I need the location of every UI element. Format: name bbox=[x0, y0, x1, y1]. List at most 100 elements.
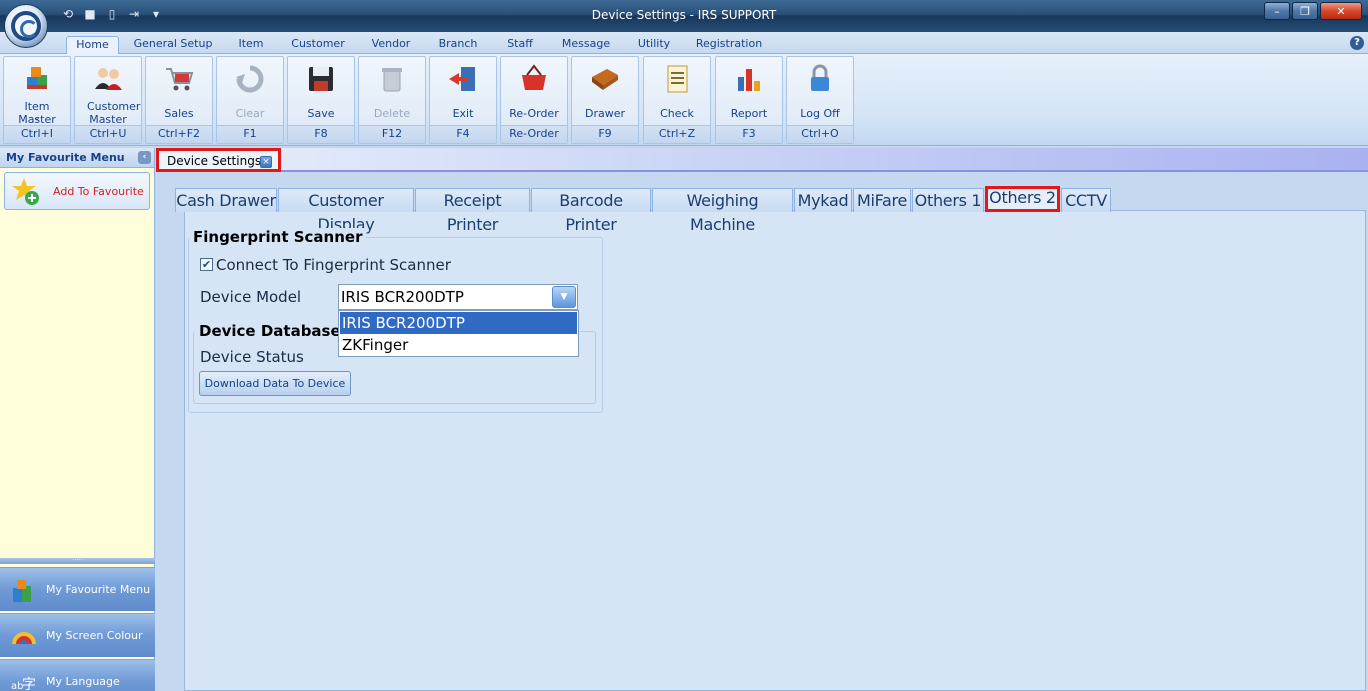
nav-label: My Screen Colour bbox=[46, 629, 143, 642]
window-controls: – ❐ ✕ bbox=[1264, 2, 1362, 20]
chevron-down-icon[interactable]: ▼ bbox=[552, 286, 576, 308]
reorder-button[interactable]: Re-Order Re-Order bbox=[500, 56, 568, 144]
tab-receipt-printer[interactable]: Receipt Printer bbox=[415, 188, 530, 234]
check-shortcut: Ctrl+Z bbox=[644, 125, 710, 143]
exit-label: Exit bbox=[452, 107, 474, 120]
tab-cash-drawer[interactable]: Cash Drawer bbox=[175, 188, 277, 212]
padlock-icon bbox=[811, 64, 829, 91]
sales-shortcut: Ctrl+F2 bbox=[146, 125, 212, 143]
application-button[interactable] bbox=[4, 4, 48, 48]
tab-mykad[interactable]: Mykad bbox=[794, 188, 852, 212]
chevron-down-icon: ⌄ bbox=[33, 113, 41, 123]
palette-icon bbox=[12, 632, 36, 644]
download-data-button[interactable]: Download Data To Device bbox=[199, 371, 351, 396]
ribbon-tab-vendor[interactable]: Vendor bbox=[364, 36, 418, 54]
sales-button[interactable]: Sales Ctrl+F2 bbox=[145, 56, 213, 144]
save-shortcut: F8 bbox=[288, 125, 354, 143]
exit-shortcut: F4 bbox=[430, 125, 496, 143]
log-off-label: Log Off bbox=[800, 107, 840, 120]
delete-shortcut: F12 bbox=[359, 125, 425, 143]
fingerprint-scanner-title: Fingerprint Scanner bbox=[189, 228, 367, 246]
ribbon-home: Item Master ⌄ Ctrl+I Customer Master Ctr… bbox=[0, 54, 1368, 146]
close-icon[interactable]: ✕ bbox=[1320, 2, 1362, 20]
drawer-button[interactable]: Drawer F9 bbox=[571, 56, 639, 144]
device-model-label: Device Model bbox=[200, 288, 302, 306]
document-tab-strip: Device Settings × bbox=[156, 148, 1368, 172]
nav-label: My Favourite Menu bbox=[46, 583, 151, 596]
ribbon-tab-bar: Home General Setup Item Customer Vendor … bbox=[0, 32, 1368, 54]
item-master-button[interactable]: Item Master ⌄ Ctrl+I bbox=[3, 56, 71, 144]
log-off-button[interactable]: Log Off Ctrl+O bbox=[786, 56, 854, 144]
favourite-sidebar: My Favourite Menu ‹ Add To Favourite ···… bbox=[0, 148, 155, 691]
tab-mifare[interactable]: MiFare bbox=[853, 188, 911, 212]
connect-fingerprint-label[interactable]: Connect To Fingerprint Scanner bbox=[216, 256, 451, 274]
device-model-option[interactable]: ZKFinger bbox=[340, 334, 577, 356]
exit-door-icon bbox=[449, 67, 475, 91]
nav-my-language[interactable]: ab 字 My Language bbox=[0, 659, 155, 691]
reorder-label: Re-Order bbox=[509, 107, 559, 120]
tab-barcode-printer[interactable]: Barcode Printer bbox=[531, 188, 651, 234]
check-button[interactable]: Check Ctrl+Z bbox=[643, 56, 711, 144]
sales-label: Sales bbox=[164, 107, 194, 120]
svg-text:字: 字 bbox=[22, 677, 36, 691]
drawer-label: Drawer bbox=[584, 107, 626, 120]
clear-shortcut: F1 bbox=[217, 125, 283, 143]
customer-master-button[interactable]: Customer Master Ctrl+U bbox=[74, 56, 142, 144]
device-model-option[interactable]: IRIS BCR200DTP bbox=[340, 312, 577, 334]
document-tab-label: Device Settings bbox=[167, 154, 262, 168]
log-off-shortcut: Ctrl+O bbox=[787, 125, 853, 143]
collapse-sidebar-icon[interactable]: ‹ bbox=[138, 151, 151, 164]
nav-my-favourite-menu[interactable]: My Favourite Menu bbox=[0, 567, 155, 611]
window-title: Device Settings - IRS SUPPORT bbox=[591, 8, 777, 22]
floppy-icon bbox=[309, 67, 333, 91]
minimize-icon[interactable]: – bbox=[1264, 2, 1290, 20]
drawer-icon bbox=[592, 69, 618, 90]
save-label: Save bbox=[307, 107, 335, 120]
ribbon-tab-staff[interactable]: Staff bbox=[498, 36, 542, 54]
tab-customer-display[interactable]: Customer Display bbox=[278, 188, 414, 234]
customer-master-icon bbox=[95, 68, 122, 90]
device-model-select[interactable]: IRIS BCR200DTP ▼ bbox=[338, 284, 578, 310]
clear-button[interactable]: Clear F1 bbox=[216, 56, 284, 144]
delete-label: Delete bbox=[373, 107, 411, 120]
tab-others-2[interactable]: Others 2 bbox=[985, 186, 1060, 212]
ribbon-tab-branch[interactable]: Branch bbox=[431, 36, 485, 54]
report-button[interactable]: Report F3 bbox=[715, 56, 783, 144]
help-icon[interactable]: ? bbox=[1350, 36, 1364, 50]
ribbon-tab-utility[interactable]: Utility bbox=[631, 36, 677, 54]
ribbon-tab-general-setup[interactable]: General Setup bbox=[131, 36, 215, 54]
exit-button[interactable]: Exit F4 bbox=[429, 56, 497, 144]
add-to-favourite-button[interactable]: Add To Favourite bbox=[4, 172, 150, 210]
tab-weighing-machine[interactable]: Weighing Machine bbox=[652, 188, 793, 234]
sidebar-title: My Favourite Menu bbox=[6, 151, 125, 164]
ribbon-tab-customer[interactable]: Customer bbox=[287, 36, 349, 54]
ribbon-tab-home[interactable]: Home bbox=[66, 36, 119, 54]
basket-icon bbox=[522, 64, 546, 90]
close-tab-icon[interactable]: × bbox=[260, 156, 272, 168]
ribbon-tab-registration[interactable]: Registration bbox=[692, 36, 766, 54]
report-shortcut: F3 bbox=[716, 125, 782, 143]
customer-master-label: Customer Master bbox=[87, 100, 141, 126]
nav-my-screen-colour[interactable]: My Screen Colour bbox=[0, 613, 155, 657]
check-label: Check bbox=[660, 107, 694, 120]
restore-icon[interactable]: ❐ bbox=[1292, 2, 1318, 20]
title-bar: ⟲ ■ ▯ ⇥ ▾ Device Settings - IRS SUPPORT … bbox=[0, 0, 1368, 32]
save-button[interactable]: Save F8 bbox=[287, 56, 355, 144]
nav-label: My Language bbox=[46, 675, 120, 688]
document-tab-device-settings[interactable]: Device Settings × bbox=[156, 148, 281, 172]
star-add-icon bbox=[12, 178, 39, 205]
reorder-shortcut: Re-Order bbox=[501, 125, 567, 143]
delete-button[interactable]: Delete F12 bbox=[358, 56, 426, 144]
item-master-shortcut: Ctrl+I bbox=[4, 125, 70, 143]
clear-icon bbox=[236, 65, 264, 93]
connect-fingerprint-checkbox[interactable]: ✔ bbox=[200, 258, 213, 271]
ribbon-tab-item[interactable]: Item bbox=[230, 36, 272, 54]
ribbon-tab-message[interactable]: Message bbox=[555, 36, 617, 54]
trash-icon bbox=[382, 68, 402, 92]
tab-cctv[interactable]: CCTV bbox=[1061, 188, 1111, 212]
sidebar-header: My Favourite Menu ‹ bbox=[0, 148, 154, 168]
splitter-handle[interactable]: ····· bbox=[0, 558, 155, 564]
language-icon: ab字 bbox=[11, 677, 36, 691]
tab-others-1[interactable]: Others 1 bbox=[912, 188, 984, 212]
customer-master-shortcut: Ctrl+U bbox=[75, 125, 141, 143]
